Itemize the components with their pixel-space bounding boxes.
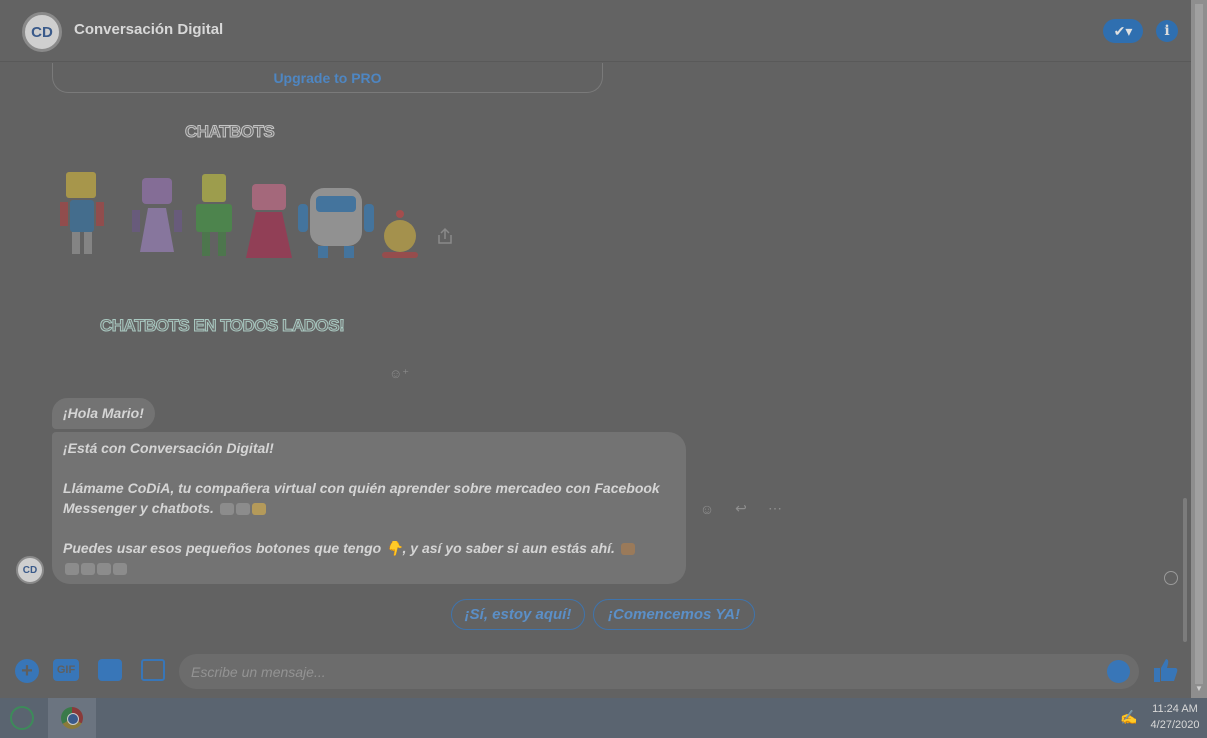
share-icon[interactable] bbox=[436, 226, 454, 246]
scrollbar-thumb[interactable] bbox=[1195, 4, 1203, 684]
pen-icon[interactable]: ✍ bbox=[1120, 709, 1137, 726]
arrow-emoji-icon bbox=[81, 563, 95, 576]
whatsapp-icon[interactable] bbox=[10, 706, 34, 730]
sticker-icon[interactable] bbox=[98, 659, 122, 681]
robot-1 bbox=[60, 172, 104, 254]
clock[interactable]: 11:24 AM 4/27/2020 bbox=[1148, 701, 1202, 733]
upgrade-button[interactable]: Upgrade to PRO bbox=[52, 63, 603, 93]
message-greeting[interactable]: ¡Hola Mario! bbox=[52, 398, 155, 429]
robot-5 bbox=[298, 188, 374, 258]
bot-avatar: CD bbox=[16, 556, 44, 584]
robot-4 bbox=[246, 184, 292, 258]
chrome-taskbar-button[interactable] bbox=[48, 698, 96, 738]
robots-image[interactable] bbox=[52, 160, 432, 270]
chat-window: CD Conversación Digital ✔▾ i Upgrade to … bbox=[0, 0, 1191, 698]
chrome-icon bbox=[61, 707, 83, 729]
conversation-scrollbar[interactable] bbox=[1183, 498, 1187, 642]
quick-reply-button[interactable]: ¡Comencemos YA! bbox=[593, 599, 755, 630]
add-reaction-icon[interactable]: ☺⁺ bbox=[389, 366, 409, 382]
message-input[interactable] bbox=[191, 654, 1091, 689]
taskbar: ✍ 11:24 AM 4/27/2020 bbox=[0, 698, 1207, 738]
logo-text: CD bbox=[31, 23, 53, 41]
house-emoji-icon bbox=[219, 503, 234, 516]
page-title[interactable]: Conversación Digital bbox=[74, 21, 223, 38]
message-actions: ☺ ↩ ⋯ bbox=[697, 500, 785, 517]
gif-icon[interactable]: GIF bbox=[53, 659, 79, 681]
plus-icon[interactable]: + bbox=[15, 659, 39, 683]
window-scrollbar[interactable]: ▼ bbox=[1191, 0, 1207, 698]
banner-subtitle: CHATBOTS EN TODOS LADOS! bbox=[99, 316, 345, 336]
scroll-down-arrow-icon[interactable]: ▼ bbox=[1195, 684, 1203, 693]
robot-6 bbox=[382, 210, 418, 258]
check-icon[interactable]: ✔▾ bbox=[1103, 19, 1143, 43]
page-avatar[interactable]: CD bbox=[22, 12, 62, 52]
thumbs-up-icon[interactable] bbox=[1152, 656, 1180, 684]
react-icon[interactable]: ☺ bbox=[697, 501, 717, 517]
reply-icon[interactable]: ↩ bbox=[731, 500, 751, 517]
quick-reply-button[interactable]: ¡Sí, estoy aquí! bbox=[451, 599, 585, 630]
message-composer bbox=[179, 654, 1139, 689]
cow-emoji-icon bbox=[620, 543, 635, 556]
message-bubble[interactable]: ¡Está con Conversación Digital! Llámame … bbox=[52, 432, 686, 584]
seen-status-icon bbox=[1164, 571, 1178, 585]
down-arrow-emoji-icon bbox=[65, 563, 79, 576]
more-icon[interactable]: ⋯ bbox=[765, 500, 785, 517]
message-line: ¡Está con Conversación Digital! bbox=[63, 440, 274, 456]
photo-icon[interactable] bbox=[141, 659, 165, 681]
handshake-emoji-icon bbox=[251, 503, 266, 516]
clock-date: 4/27/2020 bbox=[1150, 719, 1200, 731]
arrow-emoji-icon bbox=[97, 563, 111, 576]
message-line: Llámame CoDiA, tu compañera virtual con … bbox=[63, 480, 660, 516]
message-line: Puedes usar esos pequeños botones que te… bbox=[63, 540, 615, 556]
emoji-icon[interactable] bbox=[1107, 660, 1130, 683]
robot-3 bbox=[196, 174, 232, 256]
info-icon[interactable]: i bbox=[1156, 20, 1178, 42]
robot-2 bbox=[132, 178, 182, 252]
clock-time: 11:24 AM bbox=[1152, 703, 1198, 715]
banner-title: CHATBOTS bbox=[184, 122, 275, 142]
bot-avatar-text: CD bbox=[22, 564, 38, 576]
arrow-emoji-icon bbox=[113, 563, 127, 576]
arm-emoji-icon bbox=[235, 503, 250, 516]
chat-header: CD Conversación Digital ✔▾ i bbox=[0, 0, 1191, 62]
